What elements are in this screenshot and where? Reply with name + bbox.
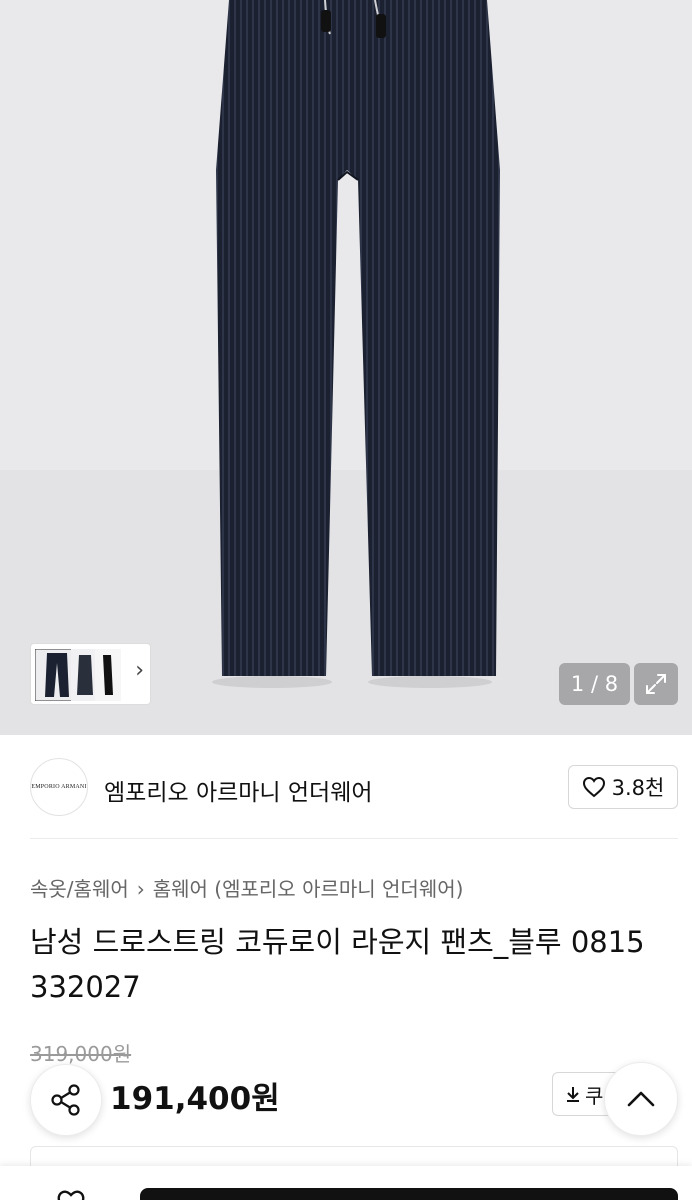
download-icon: [567, 1087, 579, 1102]
breadcrumb: 속옷/홈웨어 › 홈웨어 (엠포리오 아르마니 언더웨어): [30, 873, 463, 902]
sale-price: 191,400원: [110, 1081, 280, 1117]
chevron-right-icon: ›: [136, 877, 145, 901]
brand-logo[interactable]: EMPORIO ARMANI: [30, 758, 88, 816]
divider: [30, 838, 678, 839]
original-price: 319,000원: [30, 1042, 132, 1066]
product-title: 남성 드로스트링 코듀로이 라운지 팬츠_블루 0815 332027: [30, 925, 645, 1004]
thumbnail-next-icon[interactable]: ›: [135, 660, 144, 682]
share-icon: [51, 1084, 80, 1116]
expand-button[interactable]: [634, 663, 678, 705]
brand-like-button[interactable]: 3.8천: [568, 765, 678, 809]
expand-icon: [646, 674, 666, 694]
breadcrumb-subcategory[interactable]: 홈웨어 (엠포리오 아르마니 언더웨어): [153, 877, 464, 901]
thumbnail-3[interactable]: [95, 649, 121, 701]
heart-icon: [582, 776, 605, 798]
scroll-top-button[interactable]: [604, 1062, 678, 1136]
thumbnail-strip[interactable]: ›: [30, 643, 151, 705]
brand-row[interactable]: EMPORIO ARMANI 엠포리오 아르마니 언더웨어 3.8천: [0, 735, 692, 839]
breadcrumb-category[interactable]: 속옷/홈웨어: [30, 877, 129, 901]
image-counter: 1 / 8: [559, 663, 630, 705]
product-photo: [212, 0, 500, 688]
like-count: 3.8천: [611, 776, 665, 800]
chevron-up-icon: [627, 1091, 655, 1107]
wishlist-heart-icon[interactable]: [54, 1189, 94, 1200]
share-button[interactable]: [30, 1064, 102, 1136]
coupon-label: 쿠: [585, 1083, 604, 1108]
brand-name[interactable]: 엠포리오 아르마니 언더웨어: [104, 773, 373, 807]
buy-button[interactable]: [140, 1188, 678, 1200]
product-image-gallery[interactable]: › 1 / 8: [0, 0, 692, 735]
